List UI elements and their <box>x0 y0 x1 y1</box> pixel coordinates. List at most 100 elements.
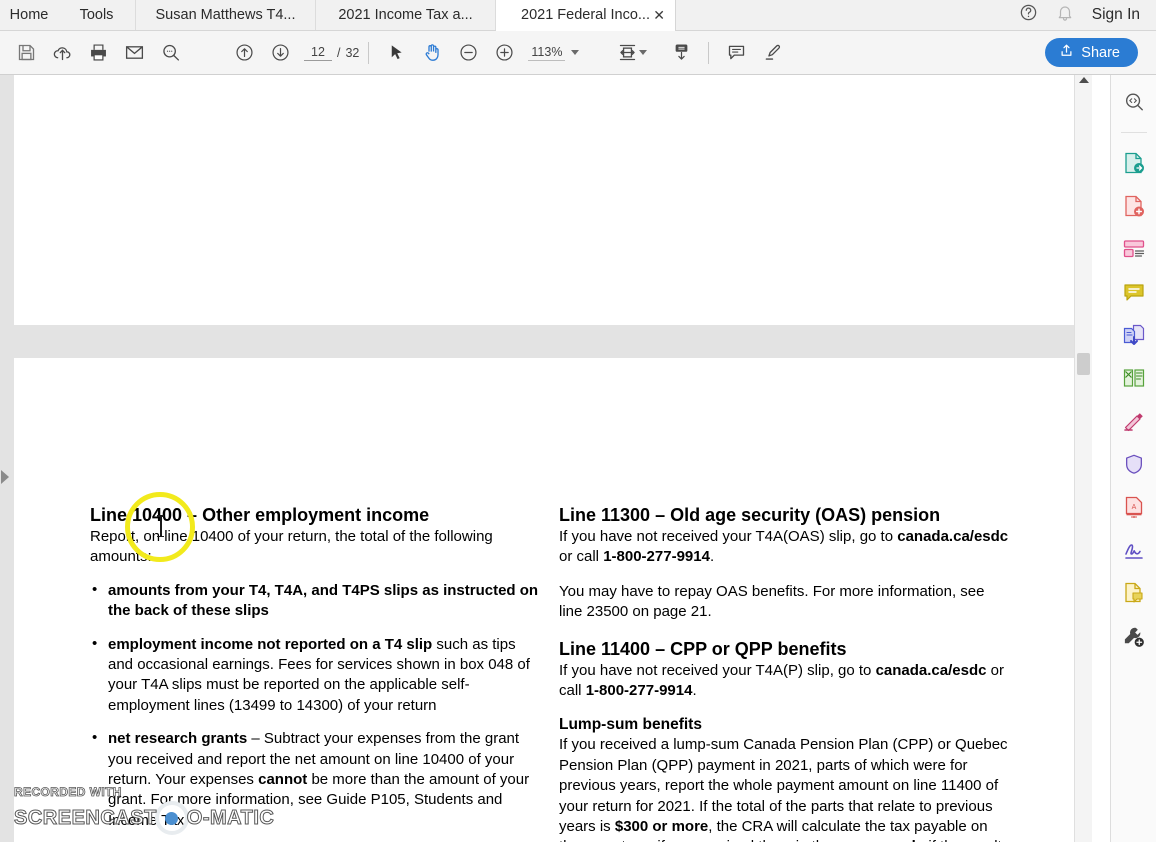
bullet-3-bold: net research grants <box>108 730 248 748</box>
bullet-1-bold: amounts from your T4, T4A, and T4PS slip… <box>108 581 539 620</box>
p12r-para2: You may have to repay OAS benefits. For … <box>559 582 985 621</box>
left-rail <box>0 75 14 842</box>
highlighter-pen-icon[interactable] <box>754 37 790 69</box>
tab-home[interactable]: Home <box>0 0 58 30</box>
share-button[interactable]: Share <box>1045 38 1138 67</box>
create-pdf-icon[interactable] <box>1119 191 1149 221</box>
page-total: 32 <box>345 45 360 60</box>
sign-in-button[interactable]: Sign In <box>1092 6 1140 24</box>
tab-document-3[interactable]: 2021 Federal Inco... ✕ <box>496 0 676 31</box>
page-navigator: 12 / 32 <box>304 45 359 61</box>
tab-bar-right-group: Sign In <box>1019 0 1156 30</box>
toolbar-divider-2 <box>708 41 710 64</box>
p12r-phone-1: 1-800-277-9914 <box>603 548 710 566</box>
zoom-level-value[interactable]: 113% <box>528 45 566 61</box>
p12r-para3: If you have not received your T4A(P) sli… <box>559 661 1009 702</box>
page-gap <box>14 325 1074 358</box>
expand-left-panel-icon[interactable] <box>1 470 9 484</box>
pdf-page-12: Line 10400 – Other employment income Rep… <box>14 358 1074 842</box>
toolbar: 12 / 32 113% Share <box>0 31 1156 75</box>
vertical-scrollbar[interactable] <box>1074 75 1092 842</box>
p12r-para1-e: . <box>709 548 715 566</box>
protect-icon[interactable] <box>1119 449 1149 479</box>
pdf-page-11: information, see Form T2209, Federal For… <box>14 75 1074 325</box>
p12r-para1: If you have not received your T4A(OAS) s… <box>559 527 1009 568</box>
tab-tools-label: Tools <box>79 7 114 23</box>
p12r-link-canada-esdc[interactable]: canada.ca/esdc <box>897 528 1008 545</box>
list-item: net research grants – Subtract your expe… <box>90 728 542 831</box>
edit-pdf-icon[interactable] <box>1119 234 1149 264</box>
search-code-icon[interactable] <box>1119 87 1149 117</box>
p12r-link-canada-esdc-2[interactable]: canada.ca/esdc <box>876 662 987 679</box>
previous-page-button[interactable] <box>226 37 262 69</box>
search-magnifier-icon[interactable] <box>152 37 188 69</box>
help-circle-icon[interactable] <box>1019 3 1038 27</box>
tab-document-2[interactable]: 2021 Income Tax a... <box>316 0 496 30</box>
zoom-in-circle-icon[interactable] <box>486 37 522 69</box>
save-disk-icon[interactable] <box>8 37 44 69</box>
hand-pan-icon[interactable] <box>414 37 450 69</box>
p12-heading-line10400: Line 10400 – Other employment income <box>90 505 430 525</box>
close-icon[interactable]: ✕ <box>653 8 665 22</box>
page12-right-column: Line 11300 – Old age security (OAS) pens… <box>559 503 1009 842</box>
adobe-acrobat-window: Home Tools Susan Matthews T4... 2021 Inc… <box>0 0 1156 842</box>
compress-pdf-icon[interactable]: A <box>1119 492 1149 522</box>
bullet-2-bold: employment income not reported on a T4 s… <box>108 635 433 653</box>
p12r-amount-300: $300 or more <box>614 818 709 836</box>
export-pdf-icon[interactable] <box>1119 148 1149 178</box>
p12r-subheading-lumpsum: Lump-sum benefits <box>559 716 702 734</box>
zoom-selector[interactable]: 113% <box>528 45 580 61</box>
p12-bullet-list: amounts from your T4, T4A, and T4PS slip… <box>90 580 542 842</box>
combine-files-icon[interactable] <box>1119 320 1149 350</box>
list-item: employment income not reported on a T4 s… <box>90 634 542 717</box>
p12r-para3-e: . <box>692 682 697 700</box>
p12-intro: Report, on line 10400 of your return, th… <box>90 528 493 566</box>
pdf-viewer[interactable]: information, see Form T2209, Federal For… <box>0 75 1092 842</box>
fit-page-chevron-icon[interactable] <box>639 50 648 55</box>
right-tools-panel: A <box>1110 75 1156 842</box>
zoom-out-circle-icon[interactable] <box>450 37 486 69</box>
fill-and-sign-icon[interactable] <box>1119 535 1149 565</box>
p12r-para3-a: If you have not received your T4A(P) sli… <box>559 661 876 679</box>
email-envelope-icon[interactable] <box>116 37 152 69</box>
p12r-only: only <box>893 838 924 842</box>
more-tools-icon[interactable] <box>1119 621 1149 651</box>
scroll-mode-icon[interactable] <box>663 37 699 69</box>
p12r-para1-a: If you have not received your T4A(OAS) s… <box>559 528 898 545</box>
comment-icon[interactable] <box>1119 277 1149 307</box>
toolbar-divider-1 <box>368 41 370 64</box>
tab-document-3-label: 2021 Federal Inco... <box>521 7 650 23</box>
page-separator: / <box>337 45 341 60</box>
cloud-upload-icon[interactable] <box>44 37 80 69</box>
tab-document-2-label: 2021 Income Tax a... <box>338 7 473 23</box>
cursor-arrow-icon[interactable] <box>378 37 414 69</box>
tab-home-label: Home <box>9 7 49 23</box>
share-label: Share <box>1081 44 1120 61</box>
list-item: amounts from your T4, T4A, and T4PS slip… <box>90 580 542 622</box>
printer-icon[interactable] <box>80 37 116 69</box>
scroll-up-arrow-icon[interactable] <box>1079 77 1089 83</box>
request-esignatures-icon[interactable] <box>1119 578 1149 608</box>
tab-document-1-label: Susan Matthews T4... <box>155 7 296 23</box>
p12r-para4: If you received a lump-sum Canada Pensio… <box>559 735 1009 842</box>
redact-icon[interactable] <box>1119 406 1149 436</box>
panel-divider <box>1120 132 1147 133</box>
next-page-button[interactable] <box>262 37 298 69</box>
svg-text:A: A <box>1131 504 1136 511</box>
organize-pages-icon[interactable] <box>1119 363 1149 393</box>
page-number-input[interactable]: 12 <box>304 45 332 61</box>
tab-document-1[interactable]: Susan Matthews T4... <box>136 0 316 30</box>
share-upload-icon <box>1059 43 1074 62</box>
chevron-down-icon[interactable] <box>571 50 580 55</box>
tab-tools[interactable]: Tools <box>58 0 136 30</box>
tab-bar: Home Tools Susan Matthews T4... 2021 Inc… <box>0 0 1156 31</box>
bullet-3-cannot: cannot <box>258 771 308 789</box>
scrollbar-thumb[interactable] <box>1077 353 1090 375</box>
notification-bell-icon[interactable] <box>1056 4 1074 27</box>
p12r-para1-c: or call <box>559 548 604 566</box>
p12-heading-line11300: Line 11300 – Old age security (OAS) pens… <box>559 505 941 525</box>
p12r-phone-2: 1-800-277-9914 <box>585 682 693 700</box>
comment-bubble-icon[interactable] <box>718 37 754 69</box>
